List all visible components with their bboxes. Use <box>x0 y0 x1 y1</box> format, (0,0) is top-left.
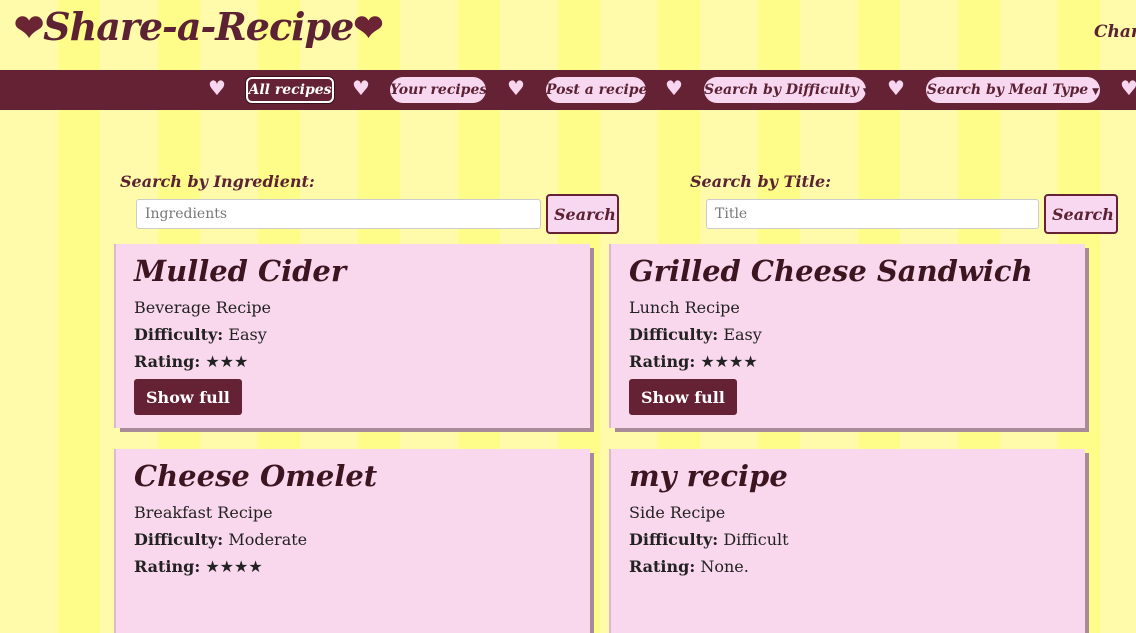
nav-label: Your recipes <box>390 82 488 98</box>
recipe-difficulty: Difficulty: Moderate <box>134 526 572 553</box>
recipe-rating: Rating: ★★★ <box>134 348 572 375</box>
difficulty-value: Moderate <box>228 530 308 549</box>
nav-your-recipes[interactable]: Your recipes <box>390 77 488 103</box>
nav-search-difficulty-dropdown[interactable]: Search by Difficulty ▼ <box>704 77 870 103</box>
chevron-down-icon: ▼ <box>1092 87 1100 97</box>
nav-post-recipe[interactable]: Post a recipe <box>546 77 648 103</box>
recipe-card: Grilled Cheese Sandwich Lunch Recipe Dif… <box>611 244 1085 428</box>
chevron-down-icon: ▼ <box>862 87 870 97</box>
ingredient-search-input[interactable] <box>136 199 541 229</box>
nav-bar: ♥ All recipes ♥ Your recipes ♥ Post a re… <box>0 70 1136 110</box>
recipe-difficulty: Difficulty: Easy <box>134 321 572 348</box>
recipe-type: Lunch Recipe <box>629 298 740 317</box>
nav-label: Search by Difficulty <box>704 82 859 98</box>
recipe-title: Mulled Cider <box>134 254 347 288</box>
recipe-rating: Rating: None. <box>629 553 1067 580</box>
difficulty-value: Easy <box>228 325 267 344</box>
recipe-rating: Rating: ★★★★ <box>629 348 1067 375</box>
difficulty-label: Difficulty: <box>134 530 224 549</box>
heart-icon: ♥ <box>208 76 226 100</box>
heart-icon: ♥ <box>665 76 683 100</box>
difficulty-value: Difficult <box>723 530 789 549</box>
recipe-title: Grilled Cheese Sandwich <box>629 254 1033 288</box>
rating-stars: None. <box>700 557 749 576</box>
difficulty-label: Difficulty: <box>629 530 719 549</box>
recipe-card: Mulled Cider Beverage Recipe Difficulty:… <box>116 244 590 428</box>
show-full-button[interactable]: Show full <box>134 379 242 415</box>
show-full-button[interactable]: Show full <box>629 379 737 415</box>
rating-label: Rating: <box>629 352 696 371</box>
rating-label: Rating: <box>134 352 201 371</box>
rating-stars: ★★★★ <box>700 352 758 371</box>
recipe-type: Breakfast Recipe <box>134 503 273 522</box>
rating-stars: ★★★★ <box>205 557 263 576</box>
rating-label: Rating: <box>134 557 201 576</box>
ingredient-search-button[interactable]: Search <box>546 194 619 234</box>
ingredient-search-label: Search by Ingredient: <box>120 172 315 191</box>
recipe-title: my recipe <box>629 459 788 493</box>
difficulty-label: Difficulty: <box>134 325 224 344</box>
recipe-card: Cheese Omelet Breakfast Recipe Difficult… <box>116 449 590 633</box>
recipe-type: Beverage Recipe <box>134 298 272 317</box>
heart-icon: ♥ <box>352 76 370 100</box>
recipe-difficulty: Difficulty: Easy <box>629 321 1067 348</box>
recipe-difficulty: Difficulty: Difficult <box>629 526 1067 553</box>
heart-icon: ♥ <box>507 76 525 100</box>
difficulty-value: Easy <box>723 325 762 344</box>
nav-label: All recipes <box>248 82 332 98</box>
logo-text: Share-a-Recipe <box>43 4 354 49</box>
nav-label: Search by Meal Type <box>926 82 1089 98</box>
recipe-type: Side Recipe <box>629 503 726 522</box>
change-link[interactable]: Chang <box>1094 22 1136 42</box>
title-search-input[interactable] <box>706 199 1039 229</box>
title-search-button[interactable]: Search <box>1044 194 1118 234</box>
recipe-rating: Rating: ★★★★ <box>134 553 572 580</box>
rating-label: Rating: <box>629 557 696 576</box>
rating-stars: ★★★ <box>205 352 249 371</box>
header: ❤Share-a-Recipe❤ Chang <box>0 0 1136 70</box>
title-search-label: Search by Title: <box>690 172 832 191</box>
heart-icon: ♥ <box>887 76 905 100</box>
heart-icon: ❤ <box>353 7 383 49</box>
nav-label: Post a recipe <box>546 82 648 98</box>
site-logo[interactable]: ❤Share-a-Recipe❤ <box>14 4 383 49</box>
difficulty-label: Difficulty: <box>629 325 719 344</box>
nav-all-recipes[interactable]: All recipes <box>246 77 334 103</box>
recipe-title: Cheese Omelet <box>134 459 378 493</box>
recipe-card: my recipe Side Recipe Difficulty: Diffic… <box>611 449 1085 633</box>
heart-icon: ♥ <box>1120 76 1136 100</box>
heart-icon: ❤ <box>14 7 44 49</box>
nav-search-meal-type-dropdown[interactable]: Search by Meal Type ▼ <box>926 77 1100 103</box>
